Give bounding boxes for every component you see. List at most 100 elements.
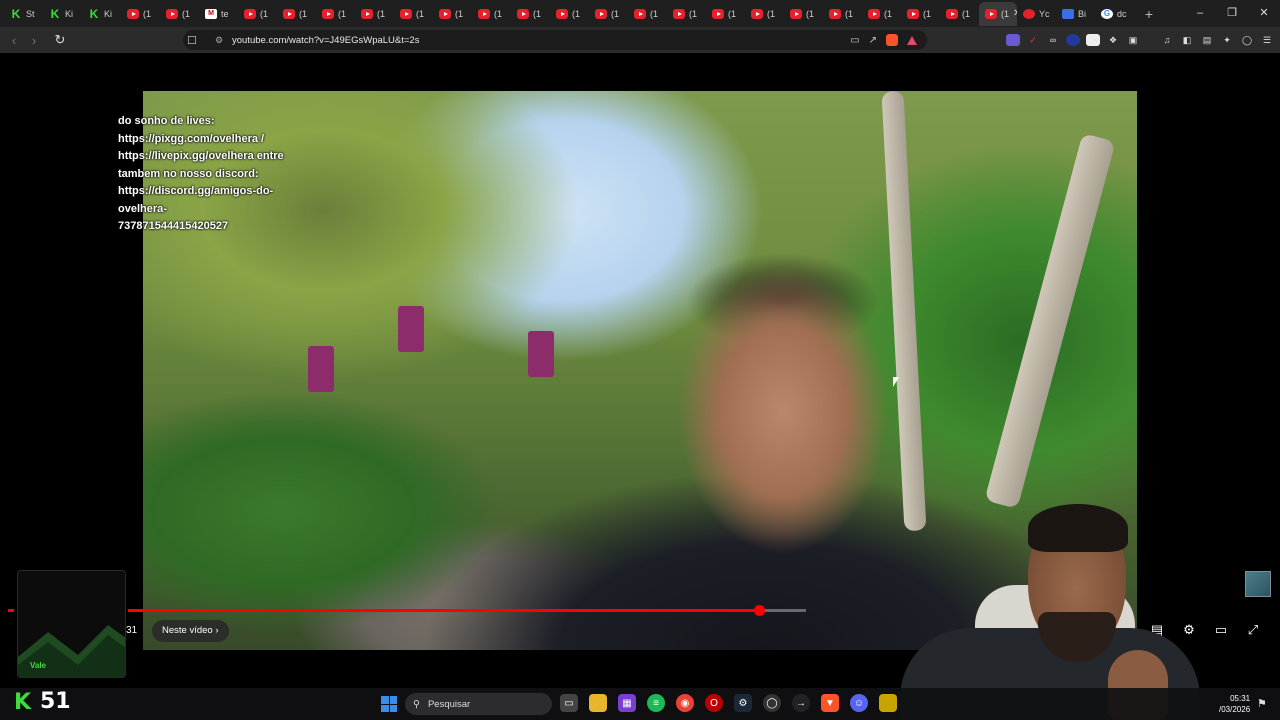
browser-tab[interactable]: (1 xyxy=(160,2,199,26)
clock-time: 05:31 xyxy=(1230,694,1251,703)
extensions-bar: ✓ ∞ ❖ ▣ ♫ ◧ ▤ ✦ ◯ ☰ xyxy=(1006,27,1274,53)
description-line: do sonho de lives: xyxy=(118,115,215,127)
browser-tab[interactable]: (1 xyxy=(511,2,550,26)
browser-tab[interactable]: K Ki xyxy=(43,2,82,26)
browser-tab[interactable]: (1 xyxy=(901,2,940,26)
opera-icon[interactable]: O xyxy=(705,694,723,712)
system-clock[interactable]: 05:31 /03/2026 xyxy=(1219,693,1250,715)
description-link[interactable]: https://pixgg.com/ovelhera / xyxy=(118,131,308,149)
browser-tab[interactable]: (1 xyxy=(316,2,355,26)
bookmark-icon[interactable]: ☐ xyxy=(187,34,197,47)
app-icon[interactable] xyxy=(879,694,897,712)
extension-icon[interactable]: ✓ xyxy=(1026,34,1040,46)
tab-label: (1 xyxy=(533,8,542,19)
address-bar[interactable]: ☐ ⚙ youtube.com/watch?v=J49EGsWpaLU&t=2s… xyxy=(183,30,927,50)
app-icon[interactable]: → xyxy=(792,694,810,712)
extension-icon[interactable] xyxy=(1066,34,1080,46)
extension-icon[interactable] xyxy=(1006,34,1020,46)
browser-tab[interactable]: Mte xyxy=(199,2,238,26)
puzzle-icon[interactable]: ❖ xyxy=(1106,34,1120,46)
progress-played xyxy=(128,609,759,612)
browser-tab[interactable]: (1 xyxy=(589,2,628,26)
task-view-icon[interactable]: ▭ xyxy=(560,694,578,712)
youtube-icon xyxy=(868,8,880,19)
new-tab-button[interactable]: + xyxy=(1134,6,1164,22)
brave-icon[interactable]: ▼ xyxy=(821,694,839,712)
taskbar-search[interactable]: ⚲ Pesquisar xyxy=(405,693,552,715)
leo-ai-icon[interactable]: ✦ xyxy=(1220,34,1234,46)
decoration xyxy=(308,346,334,392)
youtube-icon xyxy=(556,8,568,19)
browser-tab[interactable]: Bi xyxy=(1056,2,1095,26)
youtube-icon xyxy=(829,8,841,19)
share-icon[interactable]: ↗ xyxy=(869,35,877,46)
scrubber-handle[interactable] xyxy=(753,605,765,616)
tab-label: (1 xyxy=(611,8,620,19)
wallet-icon[interactable]: ▤ xyxy=(1200,34,1214,46)
notification-bell-icon[interactable]: ⚑ xyxy=(1257,697,1267,710)
app-grid-icon[interactable]: ▦ xyxy=(618,694,636,712)
browser-tab[interactable]: (1 xyxy=(745,2,784,26)
browser-tab[interactable]: (1 xyxy=(823,2,862,26)
music-icon[interactable]: ♫ xyxy=(1160,34,1174,46)
brave-shields-icon[interactable] xyxy=(886,34,898,46)
back-icon[interactable]: ‹ xyxy=(4,33,24,48)
browser-tab[interactable]: K Ki xyxy=(82,2,121,26)
extension-icon[interactable]: ∞ xyxy=(1046,34,1060,46)
browser-tab[interactable]: (1 xyxy=(706,2,745,26)
tv-icon: M xyxy=(205,8,217,19)
file-explorer-icon[interactable] xyxy=(589,694,607,712)
browser-tab[interactable]: (1 xyxy=(550,2,589,26)
steam-icon[interactable]: ⚙ xyxy=(734,694,752,712)
forward-icon[interactable]: › xyxy=(24,33,44,48)
browser-tab[interactable]: (1 xyxy=(433,2,472,26)
fullscreen-icon[interactable]: ⤢ xyxy=(1244,622,1262,638)
windows-start-icon[interactable] xyxy=(381,696,397,712)
sidebar-icon[interactable]: ◧ xyxy=(1180,34,1194,46)
browser-tab[interactable]: Yc xyxy=(1017,2,1056,26)
browser-tab[interactable]: K St xyxy=(4,2,43,26)
description-link[interactable]: 737871544415420527 xyxy=(118,218,308,236)
vpn-icon[interactable]: ◯ xyxy=(1240,34,1254,46)
discord-icon[interactable]: ☺ xyxy=(850,694,868,712)
browser-toolbar: ‹ › ↻ ☐ ⚙ youtube.com/watch?v=J49EGsWpaL… xyxy=(0,27,1280,53)
url-text[interactable]: youtube.com/watch?v=J49EGsWpaLU&t=2s xyxy=(232,35,419,46)
overlay-cam-label: Vale xyxy=(30,661,47,670)
tab-label: Ki xyxy=(65,8,74,19)
chapters-button[interactable]: Neste vídeo › xyxy=(152,620,229,642)
browser-tab[interactable]: (1 xyxy=(355,2,394,26)
chrome-icon[interactable]: ◉ xyxy=(676,694,694,712)
description-link[interactable]: https://discord.gg/amigos-do- xyxy=(118,183,308,201)
cast-icon[interactable]: ▭ xyxy=(850,35,859,46)
browser-tab[interactable]: (1 xyxy=(628,2,667,26)
restore-icon[interactable]: ❐ xyxy=(1216,0,1248,27)
menu-icon[interactable]: ☰ xyxy=(1260,34,1274,46)
channel-avatar[interactable] xyxy=(1245,571,1271,597)
theater-mode-icon[interactable]: ▭ xyxy=(1212,622,1230,638)
browser-tab[interactable]: (1 xyxy=(394,2,433,26)
app-icon[interactable]: ◯ xyxy=(763,694,781,712)
browser-tab[interactable]: Gdc xyxy=(1095,2,1134,26)
browser-tab[interactable]: (1 xyxy=(784,2,823,26)
youtube-icon xyxy=(361,8,373,19)
screenshot-icon[interactable]: ▣ xyxy=(1126,34,1140,46)
browser-tab[interactable]: (1 xyxy=(121,2,160,26)
browser-tab[interactable]: (1 xyxy=(667,2,706,26)
browser-tab[interactable]: (1 xyxy=(472,2,511,26)
browser-tab[interactable]: (1 xyxy=(940,2,979,26)
browser-tab[interactable]: (1✕ xyxy=(979,1,1017,26)
browser-tab[interactable]: (1 xyxy=(277,2,316,26)
description-link[interactable]: ovelhera- xyxy=(118,201,308,219)
description-link[interactable]: https://livepix.gg/ovelhera entre xyxy=(118,148,308,166)
browser-tab[interactable]: (1 xyxy=(238,2,277,26)
spotify-icon[interactable]: ≡ xyxy=(647,694,665,712)
extension-icon[interactable] xyxy=(1086,34,1100,46)
browser-tab[interactable]: (1 xyxy=(862,2,901,26)
minimize-icon[interactable]: – xyxy=(1184,0,1216,27)
tab-label: (1 xyxy=(767,8,776,19)
site-info-icon[interactable]: ⚙ xyxy=(215,35,223,46)
brave-rewards-icon[interactable] xyxy=(907,35,917,45)
progress-bar[interactable] xyxy=(128,605,806,616)
close-window-icon[interactable]: ✕ xyxy=(1248,0,1280,27)
reload-icon[interactable]: ↻ xyxy=(50,32,70,48)
